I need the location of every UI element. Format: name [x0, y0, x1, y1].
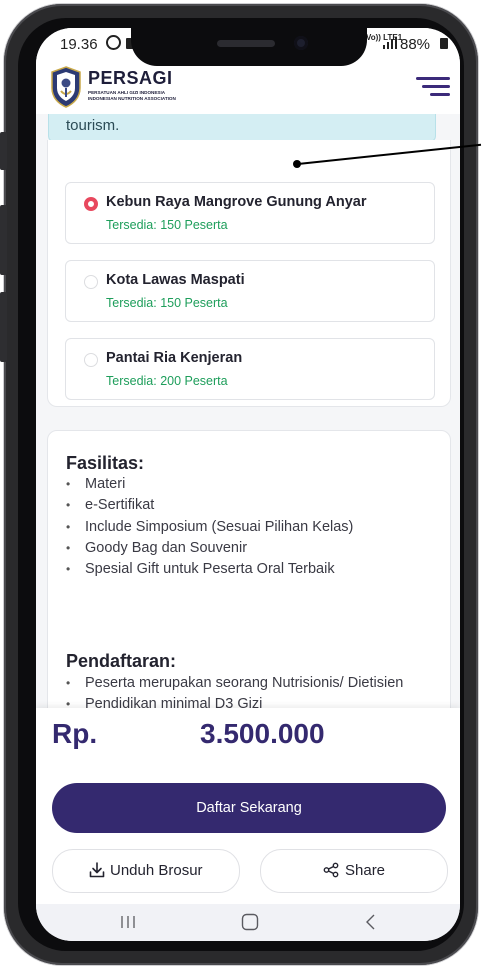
persagi-logo-icon[interactable] [50, 66, 82, 108]
option-kota-lawas-maspati[interactable]: Kota Lawas Maspati Tersedia: 150 Peserta [65, 260, 435, 322]
battery-icon [440, 38, 448, 49]
speaker-grille [217, 40, 275, 47]
facilities-list: Materi e-Sertifikat Include Simposium (S… [66, 474, 353, 580]
info-card: Fasilitas: Materi e-Sertifikat Include S… [47, 430, 451, 708]
android-nav-bar [36, 904, 460, 941]
list-item: Goody Bag dan Souvenir [66, 538, 353, 559]
facilities-title: Fasilitas: [66, 453, 145, 473]
home-icon[interactable] [220, 904, 280, 941]
recent-apps-icon[interactable] [98, 904, 158, 941]
share-button[interactable]: Share [260, 849, 448, 893]
option-title: Kebun Raya Mangrove Gunung Anyar [106, 194, 367, 210]
download-icon [89, 862, 105, 878]
phone-volume-up [0, 205, 7, 275]
radio-unselected[interactable] [84, 275, 98, 289]
front-camera [294, 36, 308, 50]
price-currency: Rp. [52, 718, 98, 749]
signal-icon [383, 37, 397, 49]
main-content[interactable]: tourism. Kebun Raya Mangrove Gunung Anya… [36, 114, 460, 708]
option-title: Pantai Ria Kenjeran [106, 350, 243, 366]
registration-list: Peserta merupakan seorang Nutrisionis/ D… [66, 673, 403, 708]
brand-subtitle: PERSATUAN AHLI GIZI INDONESIA INDONESIAN… [88, 90, 176, 102]
info-banner: tourism. [48, 114, 436, 142]
price-amount: 3.500.000 [200, 718, 325, 749]
list-item: Include Simposium (Sesuai Pilihan Kelas) [66, 517, 353, 538]
info-banner-text: tourism. [66, 117, 120, 134]
camera-notch [131, 28, 367, 66]
tour-options-card: Kebun Raya Mangrove Gunung Anyar Tersedi… [47, 140, 451, 407]
option-kebun-raya-mangrove[interactable]: Kebun Raya Mangrove Gunung Anyar Tersedi… [65, 182, 435, 244]
radio-unselected[interactable] [84, 353, 98, 367]
option-availability: Tersedia: 200 Peserta [106, 374, 228, 388]
option-title: Kota Lawas Maspati [106, 272, 245, 288]
list-item: Materi [66, 474, 353, 495]
hamburger-menu-icon[interactable] [416, 74, 450, 100]
radio-selected[interactable] [84, 197, 98, 211]
phone-screen: 19.36 Vo)) LTE1 88% PERSAGI PERSATUAN AH… [36, 28, 460, 941]
list-item: Pendidikan minimal D3 Gizi [66, 694, 403, 708]
list-item: e-Sertifikat [66, 495, 353, 516]
list-item: Peserta merupakan seorang Nutrisionis/ D… [66, 673, 403, 694]
share-icon [323, 862, 339, 878]
brand-name: PERSAGI [88, 68, 173, 88]
share-label: Share [345, 862, 386, 879]
phone-volume-down [0, 292, 7, 362]
bottom-action-sheet: Rp. 3.500.000 Daftar Sekarang Unduh Bros… [36, 708, 460, 904]
battery-level: 88% [400, 36, 431, 53]
brand-subtitle-en: INDONESIAN NUTRITION ASSOCIATION [88, 96, 176, 101]
download-label: Unduh Brosur [110, 862, 203, 879]
app-header: PERSAGI PERSATUAN AHLI GIZI INDONESIA IN… [36, 60, 460, 114]
option-pantai-ria-kenjeran[interactable]: Pantai Ria Kenjeran Tersedia: 200 Pesert… [65, 338, 435, 400]
registration-title: Pendaftaran: [66, 651, 177, 671]
option-availability: Tersedia: 150 Peserta [106, 296, 228, 310]
option-availability: Tersedia: 150 Peserta [106, 218, 228, 232]
status-time: 19.36 [60, 36, 98, 53]
download-brochure-button[interactable]: Unduh Brosur [52, 849, 240, 893]
list-item: Spesial Gift untuk Peserta Oral Terbaik [66, 559, 353, 580]
whatsapp-icon [106, 35, 121, 50]
back-icon[interactable] [340, 904, 400, 941]
phone-side-button [0, 132, 7, 170]
register-button[interactable]: Daftar Sekarang [52, 783, 446, 833]
